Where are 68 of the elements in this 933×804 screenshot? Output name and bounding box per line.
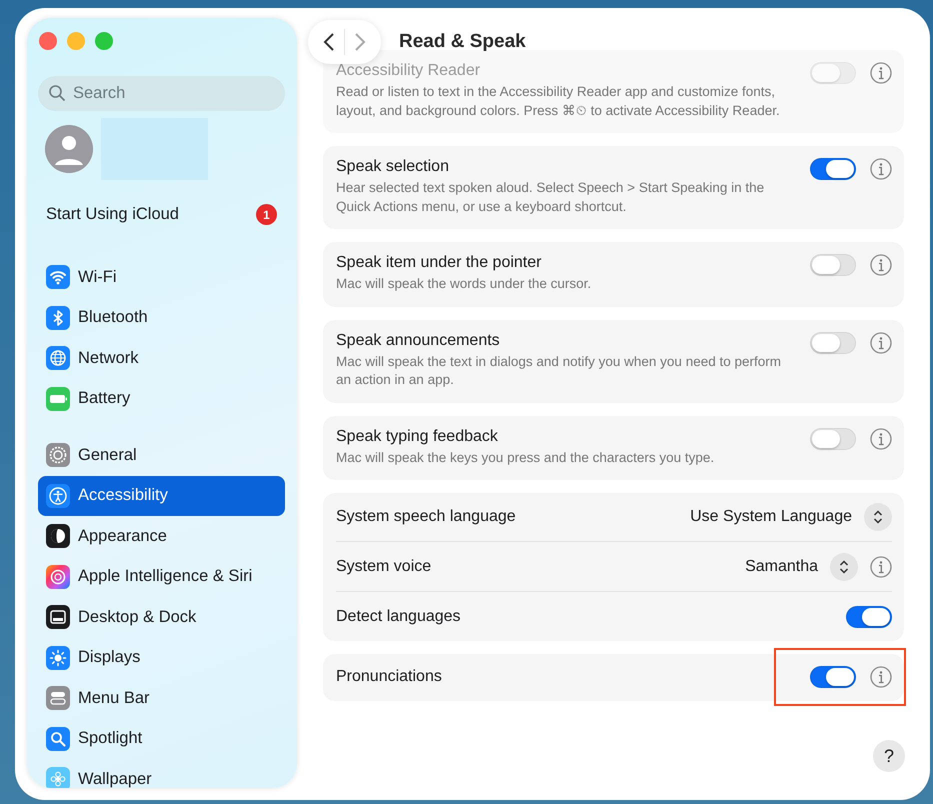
battery-icon bbox=[46, 386, 70, 411]
search-icon bbox=[48, 84, 66, 102]
toggle-switch[interactable] bbox=[810, 332, 856, 354]
stepper-icon[interactable] bbox=[830, 552, 858, 580]
setting-description: Hear selected text spoken aloud. Select Speech > Start Speaking in the Quick Actions menu, or use a keyboard shortcut. bbox=[336, 179, 766, 216]
forward-icon[interactable] bbox=[353, 32, 367, 52]
info-icon[interactable] bbox=[870, 62, 892, 84]
flower-icon bbox=[46, 767, 70, 788]
info-icon[interactable] bbox=[870, 666, 892, 688]
toggle-switch[interactable] bbox=[810, 666, 856, 688]
sidebar-item[interactable]: Spotlight bbox=[38, 718, 285, 759]
toggle-switch[interactable] bbox=[810, 254, 856, 276]
info-icon[interactable] bbox=[870, 158, 892, 180]
sidebar-item[interactable]: Apple Intelligence & Siri bbox=[38, 556, 285, 597]
setting-title: Speak item under the pointer bbox=[336, 254, 542, 272]
icloud-item[interactable]: Start Using iCloud 1 bbox=[46, 204, 277, 225]
setting-title: Speak announcements bbox=[336, 332, 501, 350]
sidebar-item[interactable]: Menu Bar bbox=[38, 678, 285, 718]
setting-title: Accessibility Reader bbox=[336, 62, 482, 80]
sparkle-ring-icon bbox=[46, 564, 70, 589]
info-icon[interactable] bbox=[870, 428, 892, 450]
setting-label: Detect languages bbox=[336, 608, 461, 626]
sidebar-item[interactable]: Displays bbox=[38, 638, 285, 678]
toggle-switch[interactable] bbox=[810, 62, 856, 84]
sidebar-item[interactable]: Appearance bbox=[38, 516, 285, 556]
bluetooth-icon bbox=[46, 306, 70, 330]
notification-badge: 1 bbox=[256, 204, 277, 225]
avatar-icon[interactable] bbox=[45, 125, 93, 173]
setting-description: Mac will speak the words under the cursor. bbox=[336, 275, 592, 293]
sidebar-item[interactable]: Desktop & Dock bbox=[38, 597, 285, 638]
help-button[interactable]: ? bbox=[873, 740, 905, 772]
wifi-icon bbox=[46, 265, 70, 290]
setting-label: System speech language bbox=[336, 508, 516, 526]
search-field[interactable]: Search bbox=[38, 76, 285, 111]
toggle-switch[interactable] bbox=[846, 606, 892, 628]
sun-icon bbox=[46, 646, 70, 670]
sidebar-item[interactable]: Wallpaper bbox=[38, 759, 285, 788]
close-button[interactable] bbox=[39, 32, 57, 50]
stepper-icon[interactable] bbox=[864, 503, 892, 531]
icloud-label: Start Using iCloud bbox=[46, 205, 179, 224]
setting-description: Mac will speak the text in dialogs and notify you when you need to perform an action in an app. bbox=[336, 352, 782, 389]
sidebar-item[interactable]: Wi-Fi bbox=[38, 257, 285, 298]
sidebar-item[interactable]: Accessibility bbox=[38, 476, 285, 516]
toggle-switch[interactable] bbox=[810, 158, 856, 180]
toggle-switch[interactable] bbox=[810, 428, 856, 450]
info-icon[interactable] bbox=[870, 332, 892, 354]
info-icon[interactable] bbox=[870, 254, 892, 276]
sidebar-item[interactable]: General bbox=[38, 435, 285, 476]
dock-icon bbox=[46, 605, 70, 630]
switches-icon bbox=[46, 686, 70, 710]
accessibility-icon bbox=[46, 484, 70, 508]
gear-icon bbox=[46, 443, 70, 468]
setting-description: Mac will speak the keys you press and the characters you type. bbox=[336, 448, 716, 467]
sidebar-item[interactable]: Battery bbox=[38, 378, 285, 419]
setting-description: Read or listen to text in the Accessibility Reader app and customize fonts, layout, and background colors. Press ⌘⏲ to activate Accessibility Reader. bbox=[336, 83, 781, 120]
setting-title: Speak selection bbox=[336, 158, 450, 176]
setting-title: Pronunciations bbox=[336, 668, 443, 686]
page-title: Read & Speak bbox=[399, 31, 526, 53]
sidebar-item[interactable]: Bluetooth bbox=[38, 298, 285, 338]
popup-value[interactable]: Samantha bbox=[745, 558, 818, 576]
search-icon bbox=[46, 726, 70, 751]
back-icon[interactable] bbox=[322, 32, 336, 52]
sidebar-item[interactable]: Network bbox=[38, 338, 285, 378]
popup-value[interactable]: Use System Language bbox=[690, 508, 852, 526]
globe-icon bbox=[46, 346, 70, 370]
info-icon[interactable] bbox=[870, 556, 892, 578]
setting-title: Speak typing feedback bbox=[336, 428, 499, 446]
setting-label: System voice bbox=[336, 558, 432, 576]
